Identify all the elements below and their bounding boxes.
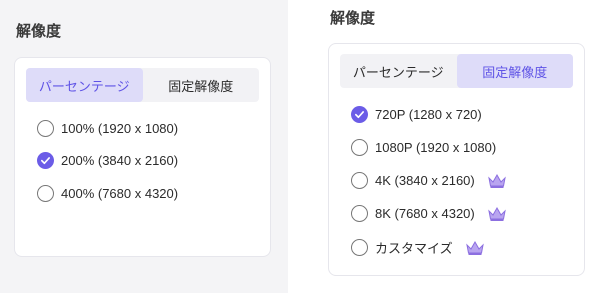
option-8k[interactable]: 8K (7680 x 4320): [351, 205, 507, 222]
radio-button[interactable]: [351, 239, 368, 256]
resolution-panel-fixed: 解像度 パーセンテージ 固定解像度 720P (1280 x 720) 1080…: [318, 0, 600, 293]
option-label: 400% (7680 x 4320): [61, 186, 179, 201]
option-1080p[interactable]: 1080P (1920 x 1080): [351, 139, 496, 156]
option-label: 1080P (1920 x 1080): [375, 140, 497, 155]
resolution-mode-tabs: パーセンテージ 固定解像度: [26, 68, 259, 102]
option-200-percent[interactable]: 200% (3840 x 2160): [37, 152, 178, 169]
tab-percentage[interactable]: パーセンテージ: [26, 68, 143, 102]
resolution-mode-tabs: パーセンテージ 固定解像度: [340, 54, 573, 88]
option-100-percent[interactable]: 100% (1920 x 1080): [37, 120, 178, 137]
tab-fixed-resolution[interactable]: 固定解像度: [456, 54, 573, 88]
resolution-card: パーセンテージ 固定解像度 100% (1920 x 1080) 200% (3…: [14, 57, 271, 257]
resolution-card: パーセンテージ 固定解像度 720P (1280 x 720) 1080P (1…: [328, 43, 585, 276]
tab-fixed-resolution[interactable]: 固定解像度: [143, 68, 260, 102]
tab-percentage[interactable]: パーセンテージ: [340, 54, 457, 88]
radio-button[interactable]: [351, 205, 368, 222]
option-4k[interactable]: 4K (3840 x 2160): [351, 172, 507, 189]
crown-icon: [487, 206, 506, 221]
resolution-panel-percentage: 解像度 パーセンテージ 固定解像度 100% (1920 x 1080) 200…: [0, 0, 288, 293]
option-label: 720P (1280 x 720): [375, 107, 482, 122]
option-label: 4K (3840 x 2160): [375, 173, 475, 188]
option-400-percent[interactable]: 400% (7680 x 4320): [37, 185, 178, 202]
option-label: 200% (3840 x 2160): [61, 153, 179, 168]
radio-button[interactable]: [351, 139, 368, 156]
option-label: カスタマイズ: [375, 241, 453, 256]
option-label: 8K (7680 x 4320): [375, 206, 475, 221]
option-720p[interactable]: 720P (1280 x 720): [351, 106, 482, 123]
option-label: 100% (1920 x 1080): [61, 121, 179, 136]
option-customize[interactable]: カスタマイズ: [351, 238, 485, 257]
radio-button[interactable]: [37, 120, 54, 137]
check-icon: [41, 157, 50, 165]
check-icon: [355, 111, 364, 119]
radio-button[interactable]: [37, 185, 54, 202]
radio-button[interactable]: [351, 172, 368, 189]
crown-icon: [465, 240, 484, 255]
radio-button-checked[interactable]: [351, 106, 368, 123]
crown-icon: [487, 173, 506, 188]
panel-title: 解像度: [16, 23, 62, 40]
panel-title: 解像度: [330, 10, 376, 27]
radio-button-checked[interactable]: [37, 152, 54, 169]
